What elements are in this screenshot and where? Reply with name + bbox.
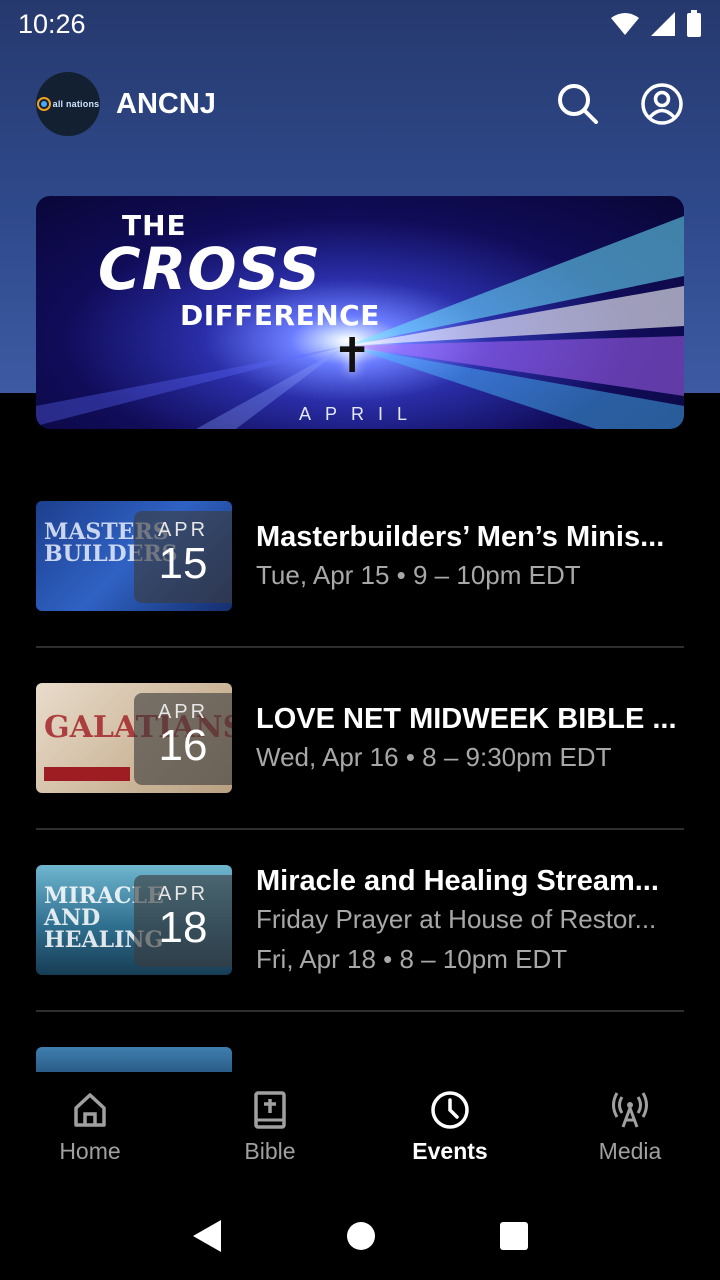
header-actions	[556, 82, 684, 126]
bottom-navigation: Home Bible Events Media	[0, 1072, 720, 1192]
battery-icon	[687, 10, 701, 37]
nav-home-label: Home	[59, 1138, 121, 1164]
date-badge-day: 18	[158, 903, 208, 952]
bible-icon	[254, 1091, 286, 1129]
back-icon[interactable]	[191, 1219, 223, 1253]
cross-icon: ✝	[332, 330, 373, 383]
featured-banner[interactable]: THE CROSS DIFFERENCE ✝ APRIL	[36, 196, 684, 429]
logo-mark-icon	[36, 97, 51, 111]
event-text: Masterbuilders’ Men’s Minis... Tue, Apr …	[256, 519, 684, 595]
broadcast-icon	[612, 1092, 648, 1128]
banner-title: THE CROSS DIFFERENCE	[98, 212, 380, 330]
search-icon	[558, 84, 598, 124]
event-item[interactable]: MIRACLE AND HEALING APR 18 Miracle and H…	[36, 830, 684, 1012]
wifi-icon	[611, 13, 639, 35]
clock-icon	[431, 1091, 469, 1129]
account-button[interactable]	[640, 82, 684, 126]
app-header: all nations ANCNJ	[0, 68, 720, 140]
date-badge-day: 16	[158, 721, 208, 770]
event-datetime: Fri, Apr 18 • 8 – 10pm EDT	[256, 944, 568, 974]
event-text: Miracle and Healing Stream... Friday Pra…	[256, 863, 684, 979]
date-badge-day: 15	[158, 539, 208, 588]
nav-home[interactable]: Home	[0, 1072, 180, 1192]
cellular-icon	[651, 12, 675, 36]
event-thumbnail: MASTERS BUILDERS APR 15	[36, 501, 232, 611]
banner-title-line-2: CROSS	[98, 235, 322, 303]
event-thumbnail: GALATIANS APR 16	[36, 683, 232, 793]
event-title: Miracle and Healing Stream...	[256, 865, 659, 897]
date-badge: APR 15	[134, 511, 232, 603]
home-icon	[74, 1093, 106, 1127]
app-title: ANCNJ	[116, 87, 216, 120]
avatar-logo-text: all nations	[52, 99, 100, 109]
event-text: LOVE NET MIDWEEK BIBLE ... Wed, Apr 16 •…	[256, 701, 684, 777]
event-item[interactable]: GALATIANS APR 16 LOVE NET MIDWEEK BIBLE …	[36, 648, 684, 830]
account-icon	[641, 83, 683, 125]
date-badge: APR 16	[134, 693, 232, 785]
event-list: MASTERS BUILDERS APR 15 Masterbuilders’ …	[36, 466, 684, 1012]
event-item[interactable]: MASTERS BUILDERS APR 15 Masterbuilders’ …	[36, 466, 684, 648]
nav-media[interactable]: Media	[540, 1072, 720, 1192]
event-datetime: Tue, Apr 15 • 9 – 10pm EDT	[256, 560, 581, 590]
status-icons	[610, 10, 702, 38]
date-badge: APR 18	[134, 875, 232, 967]
nav-media-label: Media	[598, 1138, 662, 1164]
event-datetime: Wed, Apr 16 • 8 – 9:30pm EDT	[256, 742, 612, 772]
home-circle-icon[interactable]	[346, 1221, 376, 1251]
status-bar: 10:26	[0, 0, 720, 48]
event-subtitle: Friday Prayer at House of Restor...	[256, 904, 657, 934]
search-button[interactable]	[556, 82, 600, 126]
thumbnail-red-band	[44, 767, 130, 781]
event-title: Masterbuilders’ Men’s Minis...	[256, 521, 665, 553]
event-title: LOVE NET MIDWEEK BIBLE ...	[256, 703, 677, 735]
nav-events-label: Events	[412, 1138, 488, 1164]
nav-events[interactable]: Events	[360, 1072, 540, 1192]
nav-bible-label: Bible	[244, 1138, 296, 1164]
status-time: 10:26	[18, 8, 86, 39]
banner-month: APRIL	[298, 404, 422, 424]
system-navigation-bar	[0, 1192, 720, 1280]
partial-event-thumbnail[interactable]	[36, 1047, 232, 1072]
church-logo-avatar[interactable]: all nations	[36, 72, 100, 136]
banner-title-line-3: DIFFERENCE	[180, 299, 380, 332]
nav-bible[interactable]: Bible	[180, 1072, 360, 1192]
event-thumbnail: MIRACLE AND HEALING APR 18	[36, 865, 232, 975]
recents-icon[interactable]	[499, 1221, 529, 1251]
